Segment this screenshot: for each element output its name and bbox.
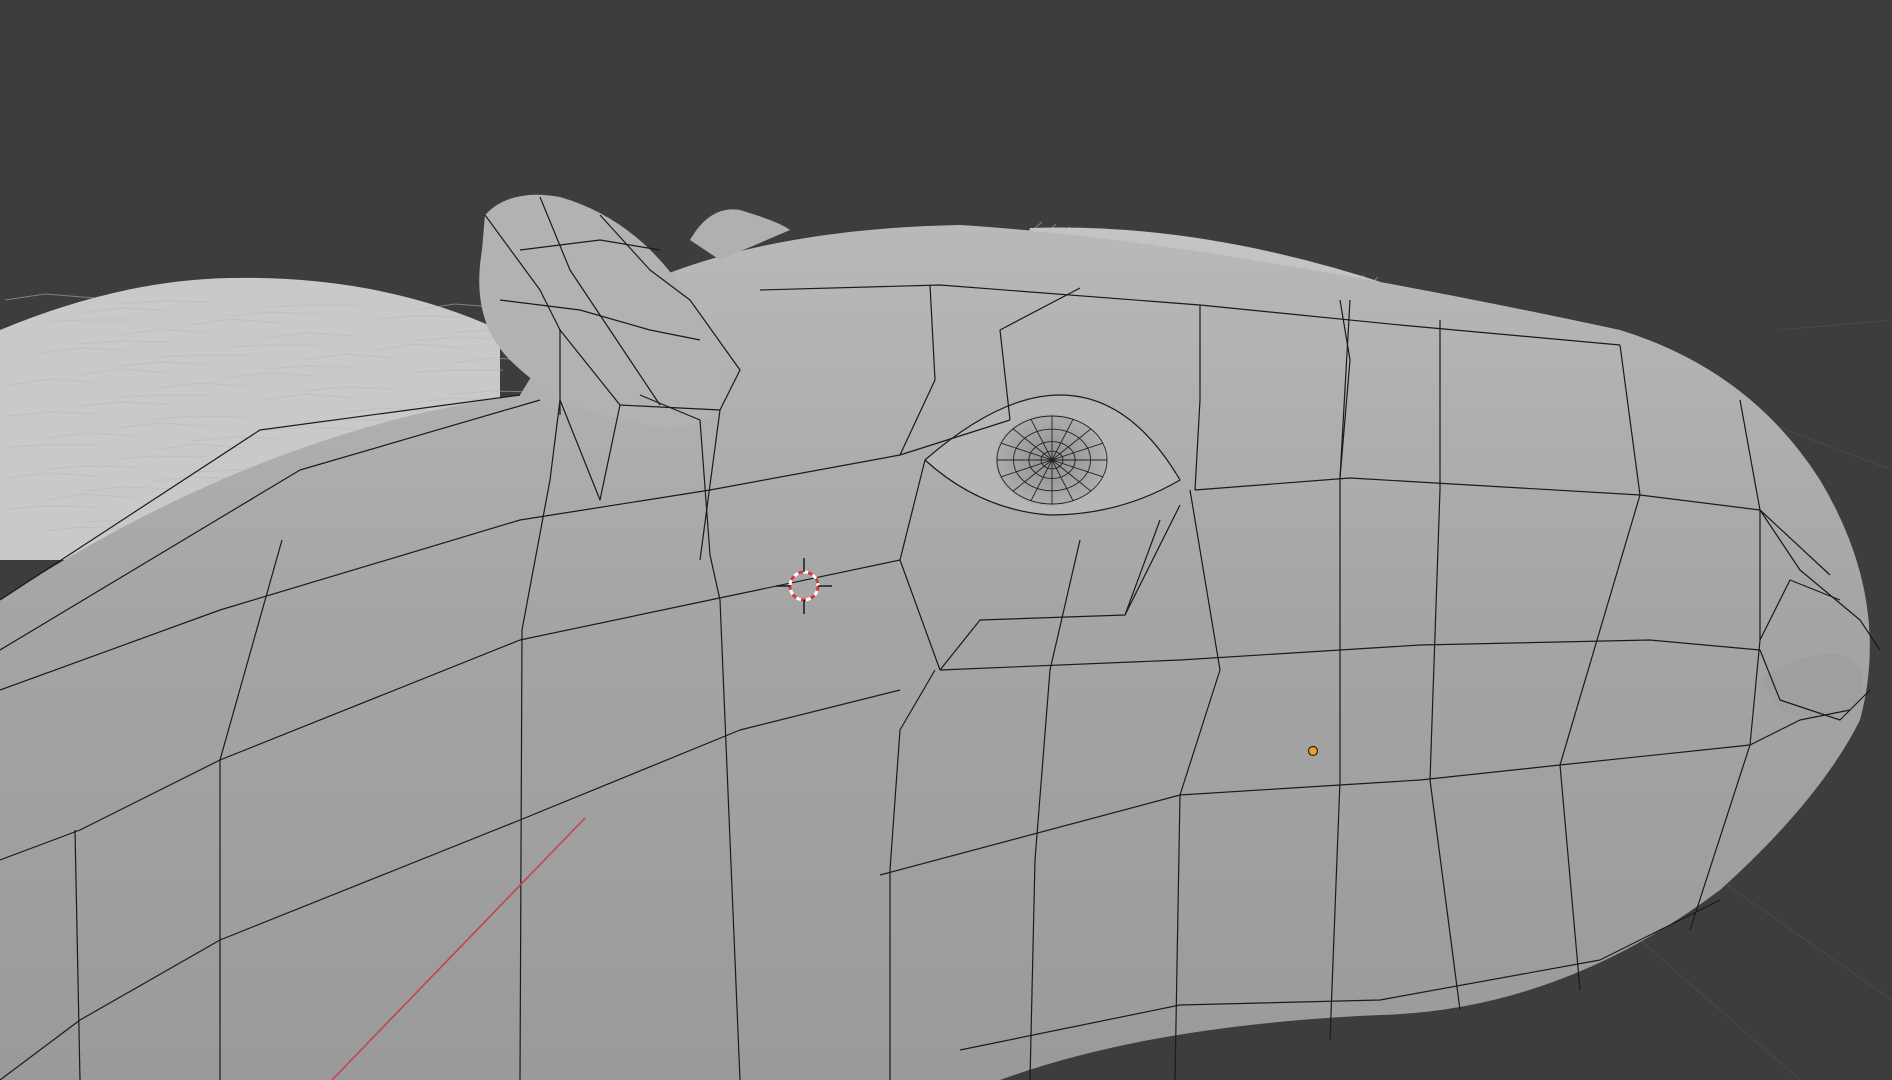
fur-strand [4,293,96,301]
object-origin-icon[interactable] [1307,745,1319,757]
viewport-canvas[interactable] [0,0,1892,1080]
mesh-ear-left[interactable] [479,194,726,428]
3d-viewport[interactable] [0,0,1892,1080]
